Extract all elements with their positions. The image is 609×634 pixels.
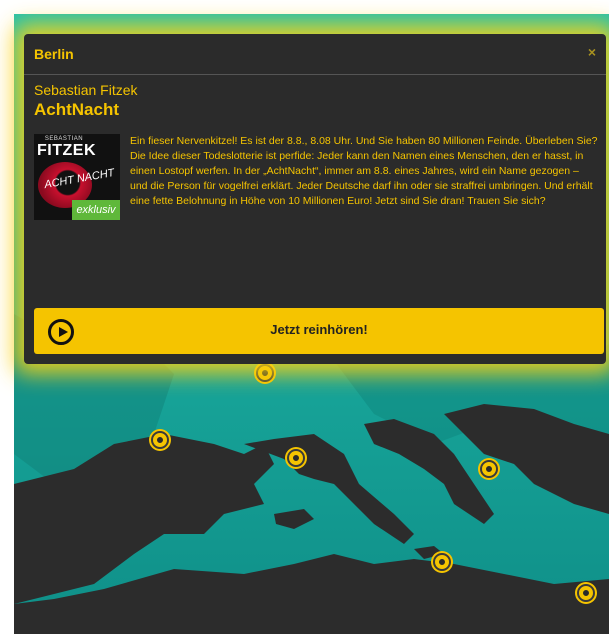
close-icon[interactable]: × [584,44,600,60]
book-title: AchtNacht [34,100,120,119]
cover-author-last: FITZEK [37,142,96,159]
map-marker-6[interactable] [577,584,595,602]
map-marker-4[interactable] [480,460,498,478]
map-marker-1[interactable] [256,364,274,382]
listen-now-label: Jetzt reinhören! [270,322,368,337]
popup-header: Berlin × [24,34,606,75]
map-marker-3[interactable] [287,449,305,467]
book-cover-image: SEBASTIAN FITZEK ACHT NACHT exklusiv [34,134,120,220]
cover-badge: exklusiv [72,200,120,220]
book-description: Ein fieser Nervenkitzel! Es ist der 8.8.… [130,135,598,207]
listen-now-button[interactable]: Jetzt reinhören! [34,308,604,354]
book-author: Sebastian Fitzek [34,82,138,98]
city-title: Berlin [34,46,74,62]
map-marker-2[interactable] [151,431,169,449]
map-marker-5[interactable] [433,553,451,571]
audiobook-popup: Berlin × Sebastian Fitzek AchtNacht SEBA… [24,34,606,364]
